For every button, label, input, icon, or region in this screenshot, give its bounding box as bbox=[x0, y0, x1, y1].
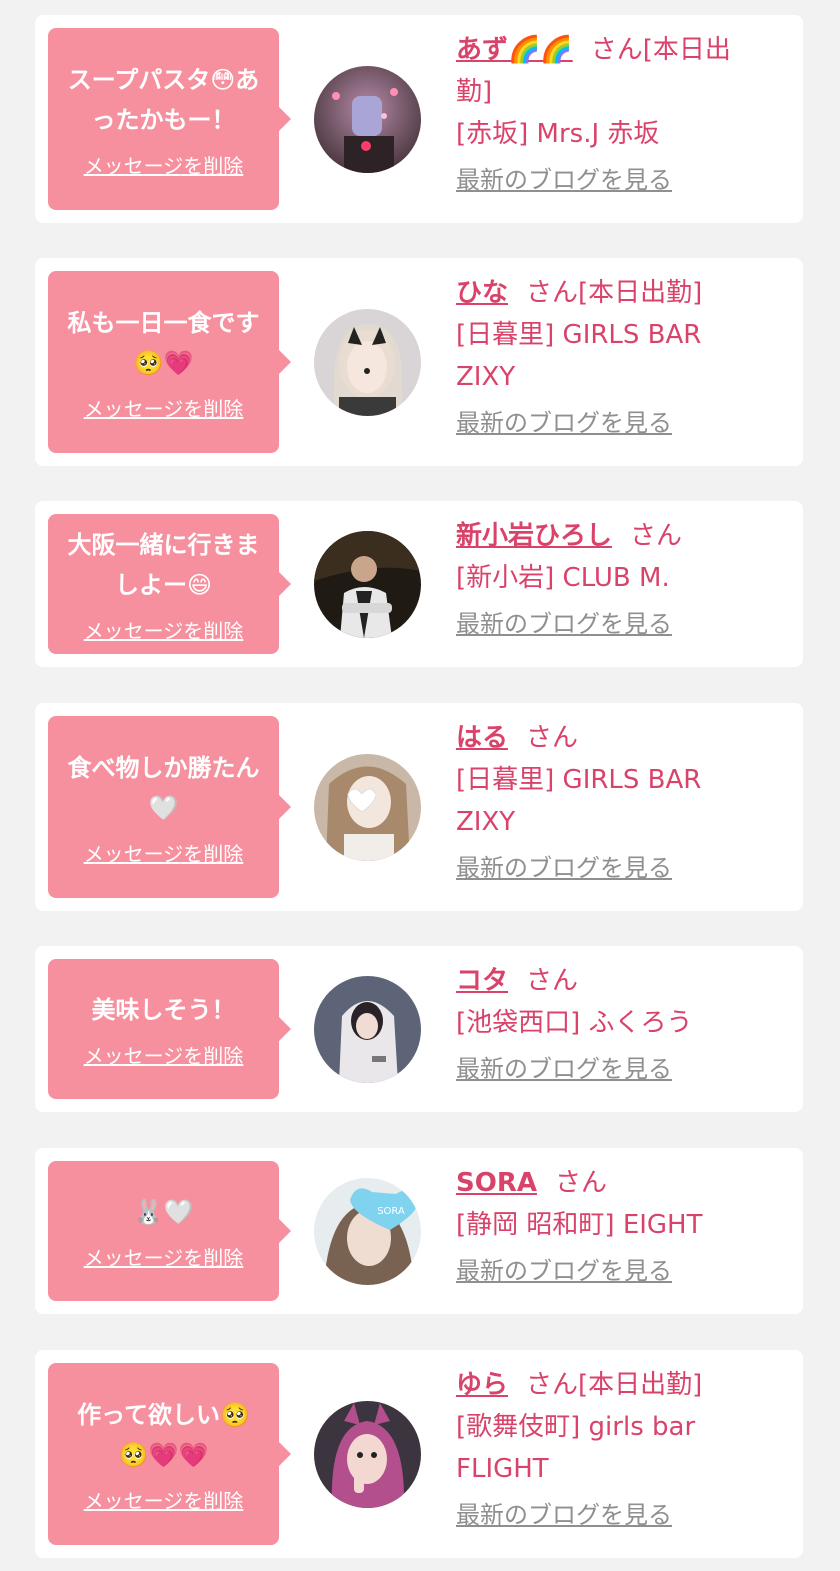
cast-info: はる さん [日暮里] GIRLS BAR ZIXY 最新のブログを見る bbox=[456, 717, 776, 889]
latest-blog-link[interactable]: 最新のブログを見る bbox=[456, 159, 672, 201]
latest-blog-link[interactable]: 最新のブログを見る bbox=[456, 1048, 672, 1090]
cast-name-link[interactable]: ひな bbox=[456, 278, 508, 308]
message-text-line: 🥺💗 bbox=[133, 348, 194, 377]
avatar-photo: SORA bbox=[314, 1178, 421, 1285]
message-text-line: ったかもー！ bbox=[91, 105, 236, 134]
shop-name: [日暮里] GIRLS BAR bbox=[456, 765, 702, 795]
message-bubble: スープパスタ😳あ ったかもー！ メッセージを削除 bbox=[48, 28, 291, 210]
delete-message-link[interactable]: メッセージを削除 bbox=[84, 838, 244, 867]
avatar[interactable] bbox=[314, 754, 421, 861]
message-card: 作って欲しい🥺 🥺💗💗 メッセージを削除 ゆら さん[本日出勤] [歌舞伎町] g… bbox=[35, 1350, 803, 1558]
delete-message-link[interactable]: メッセージを削除 bbox=[84, 1485, 244, 1514]
shop-name: [池袋西口] ふくろう bbox=[456, 1008, 693, 1038]
message-bubble: 私も一日一食です 🥺💗 メッセージを削除 bbox=[48, 271, 291, 453]
notification-list: スープパスタ😳あ ったかもー！ メッセージを削除 あず🌈🌈 さん[本日出 勤] [… bbox=[0, 0, 840, 1571]
shop-name: [赤坂] Mrs.J 赤坂 bbox=[456, 119, 660, 149]
cast-name-link[interactable]: ゆら bbox=[456, 1370, 508, 1400]
avatar-photo bbox=[314, 531, 421, 638]
message-card: 私も一日一食です 🥺💗 メッセージを削除 ひな さん[本日出勤] [日暮里] GI… bbox=[35, 258, 803, 466]
message-bubble: 美味しそう！ メッセージを削除 bbox=[48, 959, 291, 1099]
avatar-photo bbox=[314, 976, 421, 1083]
message-text-line: 作って欲しい🥺 bbox=[77, 1400, 250, 1429]
cast-name-link[interactable]: SORA bbox=[456, 1168, 537, 1198]
cast-name-link[interactable]: コタ bbox=[456, 966, 508, 996]
avatar[interactable]: SORA bbox=[314, 1178, 421, 1285]
message-text-line: スープパスタ😳あ bbox=[67, 65, 260, 94]
delete-message-link[interactable]: メッセージを削除 bbox=[84, 393, 244, 422]
message-card: 食べ物しか勝たん 🤍 メッセージを削除 はる さん [日暮里] GIRLS BAR… bbox=[35, 703, 803, 911]
shop-name: [日暮里] GIRLS BAR bbox=[456, 320, 702, 350]
cast-name-suffix: さん bbox=[630, 521, 683, 551]
message-text-line: 食べ物しか勝たん bbox=[67, 753, 260, 782]
latest-blog-link[interactable]: 最新のブログを見る bbox=[456, 1494, 672, 1536]
message-text-line: 大阪一緒に行きま bbox=[67, 530, 260, 559]
message-card: 大阪一緒に行きま しよー😄 メッセージを削除 新小岩ひろし さん [新小岩] CL… bbox=[35, 501, 803, 667]
message-text-line: 🤍 bbox=[148, 793, 179, 822]
delete-message-link[interactable]: メッセージを削除 bbox=[84, 1242, 244, 1271]
message-text-line: 🥺💗💗 bbox=[118, 1440, 209, 1469]
shop-name-cont: ZIXY bbox=[456, 362, 516, 392]
avatar-badge-text: SORA bbox=[377, 1206, 405, 1217]
cast-name-suffix-cont: 勤] bbox=[456, 77, 493, 107]
message-card: スープパスタ😳あ ったかもー！ メッセージを削除 あず🌈🌈 さん[本日出 勤] [… bbox=[35, 15, 803, 223]
avatar[interactable] bbox=[314, 1401, 421, 1508]
cast-name-suffix: さん bbox=[526, 966, 579, 996]
delete-message-link[interactable]: メッセージを削除 bbox=[84, 1040, 244, 1069]
latest-blog-link[interactable]: 最新のブログを見る bbox=[456, 847, 672, 889]
avatar[interactable] bbox=[314, 976, 421, 1083]
cast-info: ひな さん[本日出勤] [日暮里] GIRLS BAR ZIXY 最新のブログを見… bbox=[456, 272, 776, 444]
shop-name: [静岡 昭和町] EIGHT bbox=[456, 1210, 703, 1240]
message-text-line: 私も一日一食です bbox=[67, 308, 260, 337]
latest-blog-link[interactable]: 最新のブログを見る bbox=[456, 1250, 672, 1292]
message-card: 美味しそう！ メッセージを削除 コタ さん [池袋西口] ふくろう 最新のブログを… bbox=[35, 946, 803, 1112]
message-bubble: 作って欲しい🥺 🥺💗💗 メッセージを削除 bbox=[48, 1363, 291, 1545]
avatar-photo bbox=[314, 754, 421, 861]
avatar[interactable] bbox=[314, 66, 421, 173]
cast-name-link[interactable]: はる bbox=[456, 723, 508, 753]
shop-name: [歌舞伎町] girls bar bbox=[456, 1412, 696, 1442]
shop-name-cont: ZIXY bbox=[456, 807, 516, 837]
cast-name-link[interactable]: 新小岩ひろし bbox=[456, 521, 612, 551]
avatar-photo bbox=[314, 309, 421, 416]
delete-message-link[interactable]: メッセージを削除 bbox=[84, 150, 244, 179]
cast-info: ゆら さん[本日出勤] [歌舞伎町] girls bar FLIGHT 最新のブロ… bbox=[456, 1364, 776, 1536]
message-bubble: 大阪一緒に行きま しよー😄 メッセージを削除 bbox=[48, 514, 291, 654]
message-bubble: 食べ物しか勝たん 🤍 メッセージを削除 bbox=[48, 716, 291, 898]
cast-info: SORA さん [静岡 昭和町] EIGHT 最新のブログを見る bbox=[456, 1162, 776, 1292]
message-text-line: しよー😄 bbox=[114, 570, 213, 599]
cast-name-suffix: さん[本日出勤] bbox=[526, 1370, 703, 1400]
avatar-photo bbox=[314, 66, 421, 173]
message-bubble: 🐰🤍 メッセージを削除 bbox=[48, 1161, 291, 1301]
avatar[interactable] bbox=[314, 531, 421, 638]
shop-name: [新小岩] CLUB M. bbox=[456, 563, 670, 593]
cast-name-suffix: さん bbox=[554, 1168, 607, 1198]
message-text-line: 🐰🤍 bbox=[133, 1197, 194, 1226]
message-text-line: 美味しそう！ bbox=[91, 995, 236, 1024]
cast-name-suffix: さん[本日出 bbox=[590, 35, 731, 65]
delete-message-link[interactable]: メッセージを削除 bbox=[84, 615, 244, 644]
shop-name-cont: FLIGHT bbox=[456, 1454, 549, 1484]
message-card: 🐰🤍 メッセージを削除 SORA SORA さん [静岡 昭和町] EIGHT 最… bbox=[35, 1148, 803, 1314]
cast-info: 新小岩ひろし さん [新小岩] CLUB M. 最新のブログを見る bbox=[456, 515, 776, 645]
avatar[interactable] bbox=[314, 309, 421, 416]
cast-info: あず🌈🌈 さん[本日出 勤] [赤坂] Mrs.J 赤坂 最新のブログを見る bbox=[456, 29, 776, 201]
cast-info: コタ さん [池袋西口] ふくろう 最新のブログを見る bbox=[456, 960, 776, 1090]
avatar-photo bbox=[314, 1401, 421, 1508]
cast-name-suffix: さん[本日出勤] bbox=[526, 278, 703, 308]
cast-name-link[interactable]: あず🌈🌈 bbox=[456, 35, 573, 65]
cast-name-suffix: さん bbox=[526, 723, 579, 753]
latest-blog-link[interactable]: 最新のブログを見る bbox=[456, 402, 672, 444]
latest-blog-link[interactable]: 最新のブログを見る bbox=[456, 603, 672, 645]
